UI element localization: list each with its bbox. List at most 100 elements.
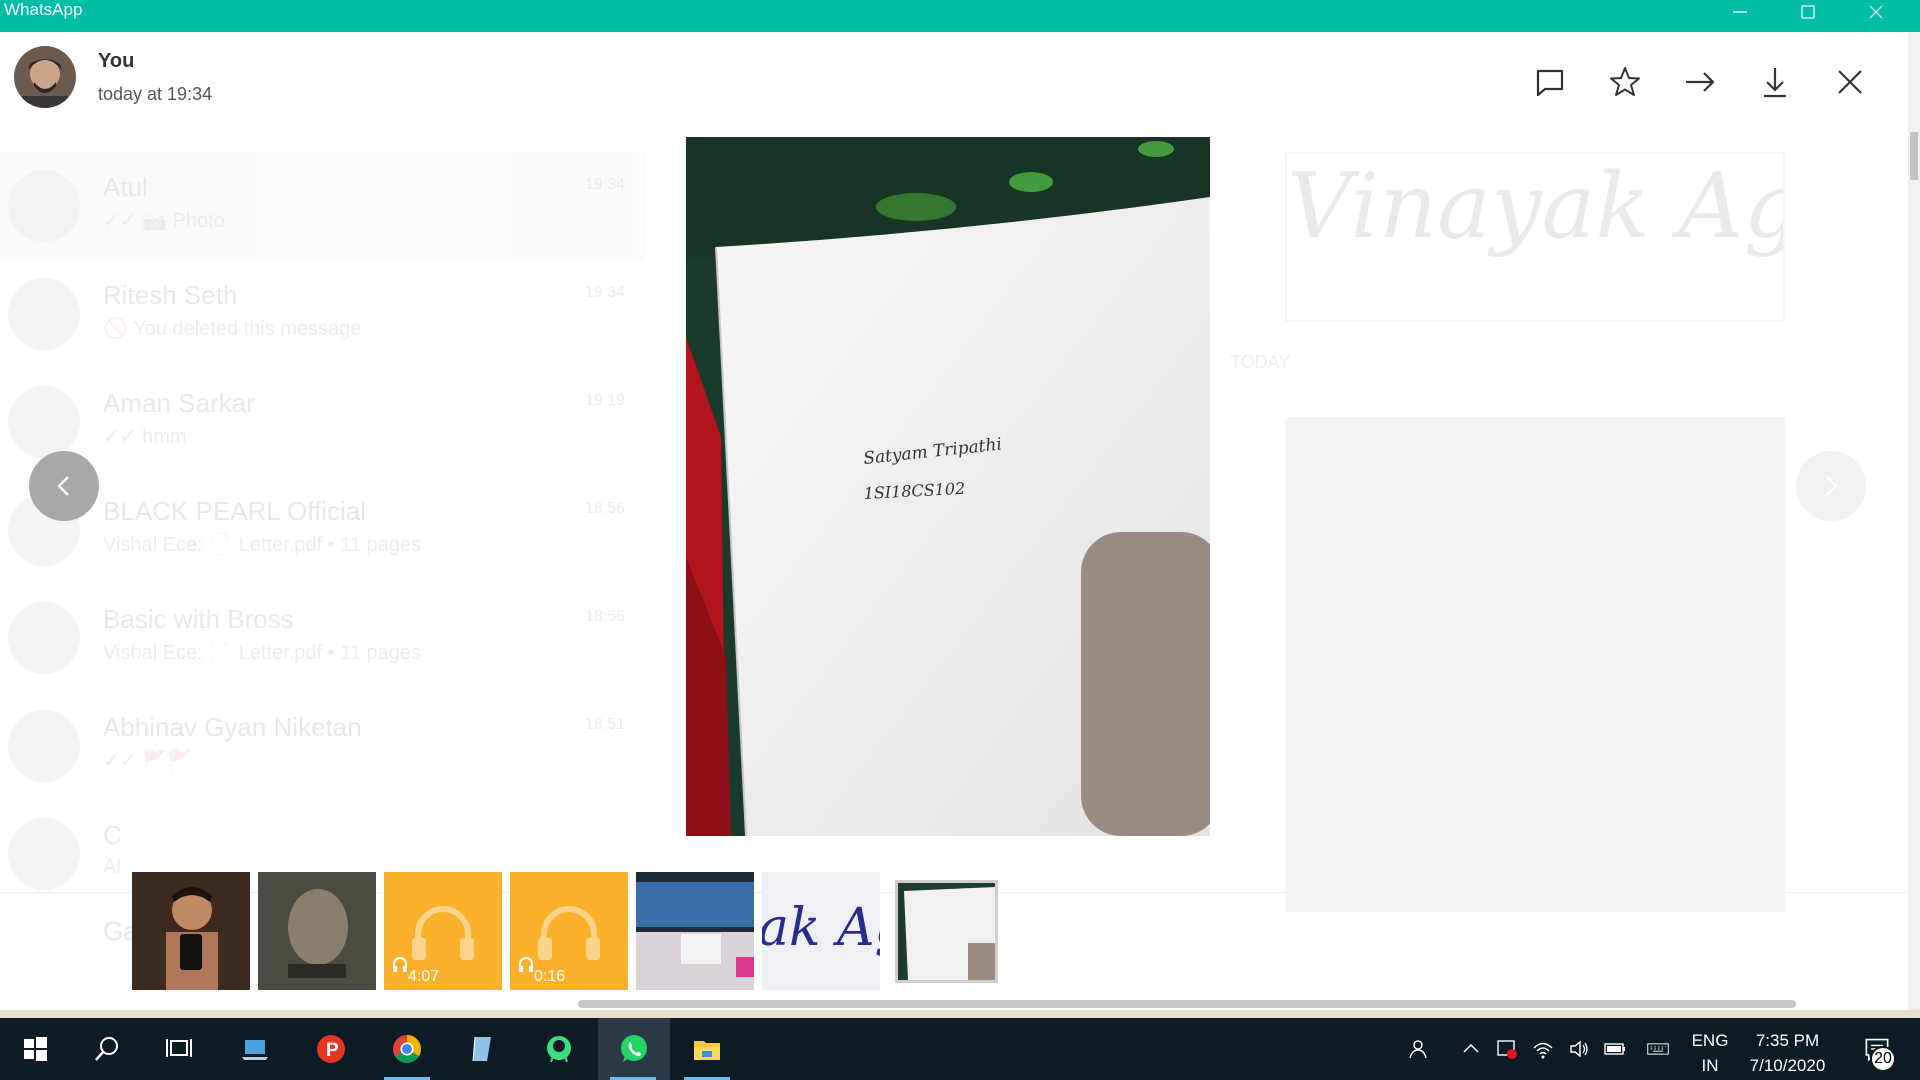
chat-name: Basic with Bross <box>103 604 294 634</box>
chat-time: 19:34 <box>585 176 626 193</box>
volume-button[interactable] <box>1562 1018 1596 1080</box>
background-handwriting-image: Vinayak Agarwal <box>1285 152 1785 322</box>
background-chat-item: Aman Sarkar ✓✓ hmm 19:19 <box>0 368 645 476</box>
close-viewer-button[interactable] <box>1830 62 1870 102</box>
date-divider: TODAY <box>1230 352 1291 372</box>
chat-name: Ritesh Seth <box>103 280 238 310</box>
people-button[interactable] <box>1400 1018 1434 1080</box>
chat-message: ✓✓ 📷 Photo <box>103 210 225 232</box>
background-chat-item: Abhinav Gyan Niketan ✓✓ 🚩🚩 18:51 <box>0 692 645 800</box>
search-button[interactable] <box>72 1018 142 1080</box>
thumb-screen[interactable] <box>636 872 754 990</box>
thumb-selfie[interactable] <box>132 872 250 990</box>
people-icon <box>1409 1040 1427 1059</box>
chat-name: Abhinav Gyan Niketan <box>103 712 362 742</box>
chat-avatar <box>8 170 80 242</box>
displayed-photo: Satyam Tripathi 1SI18CS102 <box>686 137 1210 836</box>
minimize-button[interactable] <box>1706 0 1774 24</box>
maximize-icon <box>1801 5 1815 19</box>
download-button[interactable] <box>1755 62 1795 102</box>
svg-text:P: P <box>326 1040 339 1061</box>
background-chat-list: Atul ✓✓ 📷 Photo 19:34 Ritesh Seth 🚫 You … <box>0 152 645 968</box>
notification-count: 20 <box>1870 1046 1896 1072</box>
thumb-video[interactable] <box>258 872 376 990</box>
scrollbar-thumb[interactable] <box>1910 132 1918 180</box>
action-center-button[interactable]: 20 <box>1852 1018 1902 1080</box>
region-code: IN <box>1701 1056 1719 1075</box>
thumb-handwriting[interactable]: ak Ag <box>762 872 880 990</box>
close-icon <box>1838 70 1862 94</box>
maximize-button[interactable] <box>1774 0 1842 24</box>
reply-icon <box>1536 69 1564 97</box>
background-chat-item: Basic with Bross Vishal Ece: 📄 Letter.pd… <box>0 584 645 692</box>
thumbnail-scrollbar[interactable] <box>578 1000 1796 1008</box>
star-icon <box>1610 67 1640 96</box>
chrome-icon <box>393 1035 421 1063</box>
background-chat-item: Atul ✓✓ 📷 Photo 19:34 <box>0 152 645 260</box>
window-title: WhatsApp <box>4 0 83 19</box>
touch-keyboard-button[interactable] <box>1638 1018 1678 1080</box>
media-viewer-header: You today at 19:34 <box>0 32 1908 132</box>
close-window-button[interactable] <box>1842 0 1910 24</box>
taskbar-psiphon[interactable]: P <box>296 1018 366 1080</box>
chat-avatar <box>8 278 80 350</box>
clock[interactable]: 7:35 PM 7/10/2020 <box>1740 1028 1835 1078</box>
language-indicator[interactable]: ENG IN <box>1690 1028 1730 1078</box>
chevron-right-icon <box>1826 476 1838 496</box>
chat-time: 18:56 <box>585 500 626 517</box>
thumb-audio[interactable]: 4:07 <box>384 872 502 990</box>
taskbar-laptop-app[interactable] <box>220 1018 290 1080</box>
reply-button[interactable] <box>1530 62 1570 102</box>
task-view-icon <box>166 1039 192 1057</box>
star-button[interactable] <box>1605 62 1645 102</box>
previous-media-button[interactable] <box>29 451 99 521</box>
defender-alert-icon <box>1497 1040 1517 1059</box>
start-button[interactable] <box>0 1018 70 1080</box>
chat-avatar <box>8 710 80 782</box>
background-photo-message <box>1285 417 1785 912</box>
chat-message: 🚫 You deleted this message <box>103 318 362 340</box>
audio-duration: 4:07 <box>408 968 440 985</box>
next-media-button[interactable] <box>1796 451 1866 521</box>
taskbar-android-studio[interactable] <box>524 1018 594 1080</box>
search-icon <box>95 1037 118 1061</box>
battery-icon <box>1604 1043 1625 1055</box>
chat-message: Vishal Ece: 📄 Letter.pdf • 11 pages <box>103 642 422 664</box>
chat-name: Aman Sarkar <box>103 388 255 418</box>
speaker-icon <box>1570 1040 1588 1058</box>
chat-message: ✓✓ 🚩🚩 <box>103 750 192 772</box>
headphones-icon <box>393 906 474 972</box>
wifi-icon <box>1533 1042 1553 1059</box>
thumb-current[interactable] <box>895 880 998 983</box>
vertical-scrollbar[interactable] <box>1908 32 1920 1010</box>
language-code: ENG <box>1691 1031 1729 1050</box>
psiphon-icon: P <box>317 1035 345 1063</box>
notebook-icon <box>472 1036 491 1062</box>
chat-name: C <box>103 820 122 850</box>
taskbar-whatsapp[interactable] <box>598 1018 670 1080</box>
security-tray-button[interactable] <box>1490 1018 1524 1080</box>
close-window-icon <box>1869 5 1883 19</box>
taskbar-chrome[interactable] <box>372 1018 442 1080</box>
chat-message: ✓✓ hmm <box>103 426 187 448</box>
task-view-button[interactable] <box>144 1018 214 1080</box>
media-thumbnail-strip: 4:07 0:16 ak Ag <box>0 865 1908 1005</box>
chevron-up-icon <box>1463 1043 1479 1053</box>
battery-button[interactable] <box>1598 1018 1632 1080</box>
chat-time: 18:56 <box>585 608 626 625</box>
wifi-button[interactable] <box>1526 1018 1560 1080</box>
folder-icon <box>694 1041 720 1060</box>
taskbar-notes-app[interactable] <box>448 1018 518 1080</box>
thumb-audio[interactable]: 0:16 <box>510 872 628 990</box>
whatsapp-icon <box>621 1035 647 1062</box>
window-bottom-edge <box>0 1010 1920 1018</box>
show-hidden-icons-button[interactable] <box>1454 1018 1488 1080</box>
forward-button[interactable] <box>1680 62 1720 102</box>
taskbar-file-explorer[interactable] <box>672 1018 742 1080</box>
chat-avatar <box>8 602 80 674</box>
headphones-icon <box>519 906 600 972</box>
chat-time: 19:19 <box>585 392 626 409</box>
chat-time: 19:34 <box>585 284 626 301</box>
avatar[interactable] <box>14 46 76 108</box>
title-bar: WhatsApp <box>0 0 1920 32</box>
